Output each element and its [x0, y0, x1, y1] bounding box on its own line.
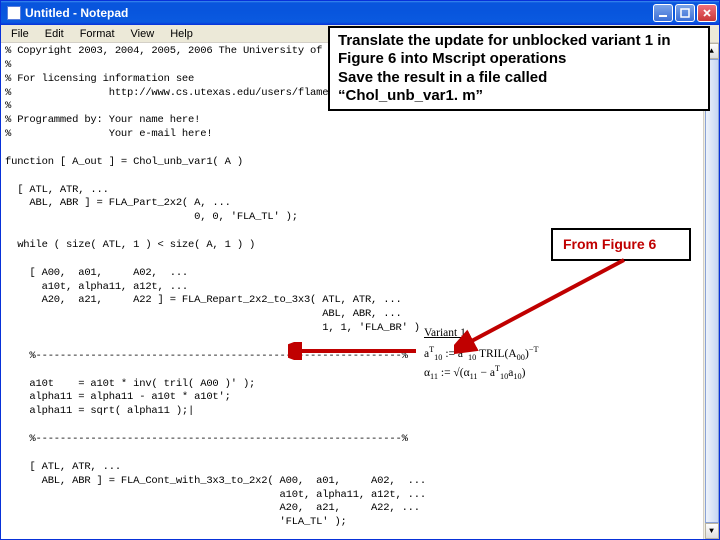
figure6-callout: From Figure 6	[551, 228, 691, 261]
vertical-scrollbar[interactable]: ▲ ▼	[703, 43, 719, 539]
close-button[interactable]	[697, 4, 717, 22]
variant1-formula: Variant 1: aT10 := aT10 TRIL(A00)−T α11 …	[420, 324, 568, 384]
minimize-button[interactable]	[653, 4, 673, 22]
menu-view[interactable]: View	[123, 27, 163, 41]
instruction-callout: Translate the update for unblocked varia…	[328, 26, 710, 111]
menu-edit[interactable]: Edit	[37, 27, 72, 41]
scroll-thumb[interactable]	[705, 59, 719, 523]
window-controls	[653, 4, 717, 22]
formula-line2: α11 := √(α11 − aT10a10)	[424, 363, 564, 382]
formula-line1: aT10 := aT10 TRIL(A00)−T	[424, 344, 564, 363]
callout-line: Save the result in a file called	[338, 69, 700, 87]
scroll-track[interactable]	[705, 59, 719, 523]
callout-line: “Chol_unb_var1. m”	[338, 87, 700, 105]
minimize-icon	[658, 8, 668, 18]
titlebar[interactable]: Untitled - Notepad	[1, 1, 719, 25]
menu-file[interactable]: File	[3, 27, 37, 41]
maximize-button[interactable]	[675, 4, 695, 22]
callout-line: Figure 6 into Mscript operations	[338, 50, 700, 68]
client-area: % Copyright 2003, 2004, 2005, 2006 The U…	[1, 43, 719, 539]
menu-format[interactable]: Format	[72, 27, 123, 41]
text-editor[interactable]: % Copyright 2003, 2004, 2005, 2006 The U…	[1, 43, 703, 539]
maximize-icon	[680, 8, 690, 18]
notepad-icon	[7, 6, 21, 20]
formula-header: Variant 1:	[424, 326, 564, 342]
callout-line: Translate the update for unblocked varia…	[338, 32, 700, 50]
scroll-down-button[interactable]: ▼	[705, 523, 719, 539]
close-icon	[702, 8, 712, 18]
menu-help[interactable]: Help	[162, 27, 201, 41]
window-title: Untitled - Notepad	[25, 6, 128, 20]
